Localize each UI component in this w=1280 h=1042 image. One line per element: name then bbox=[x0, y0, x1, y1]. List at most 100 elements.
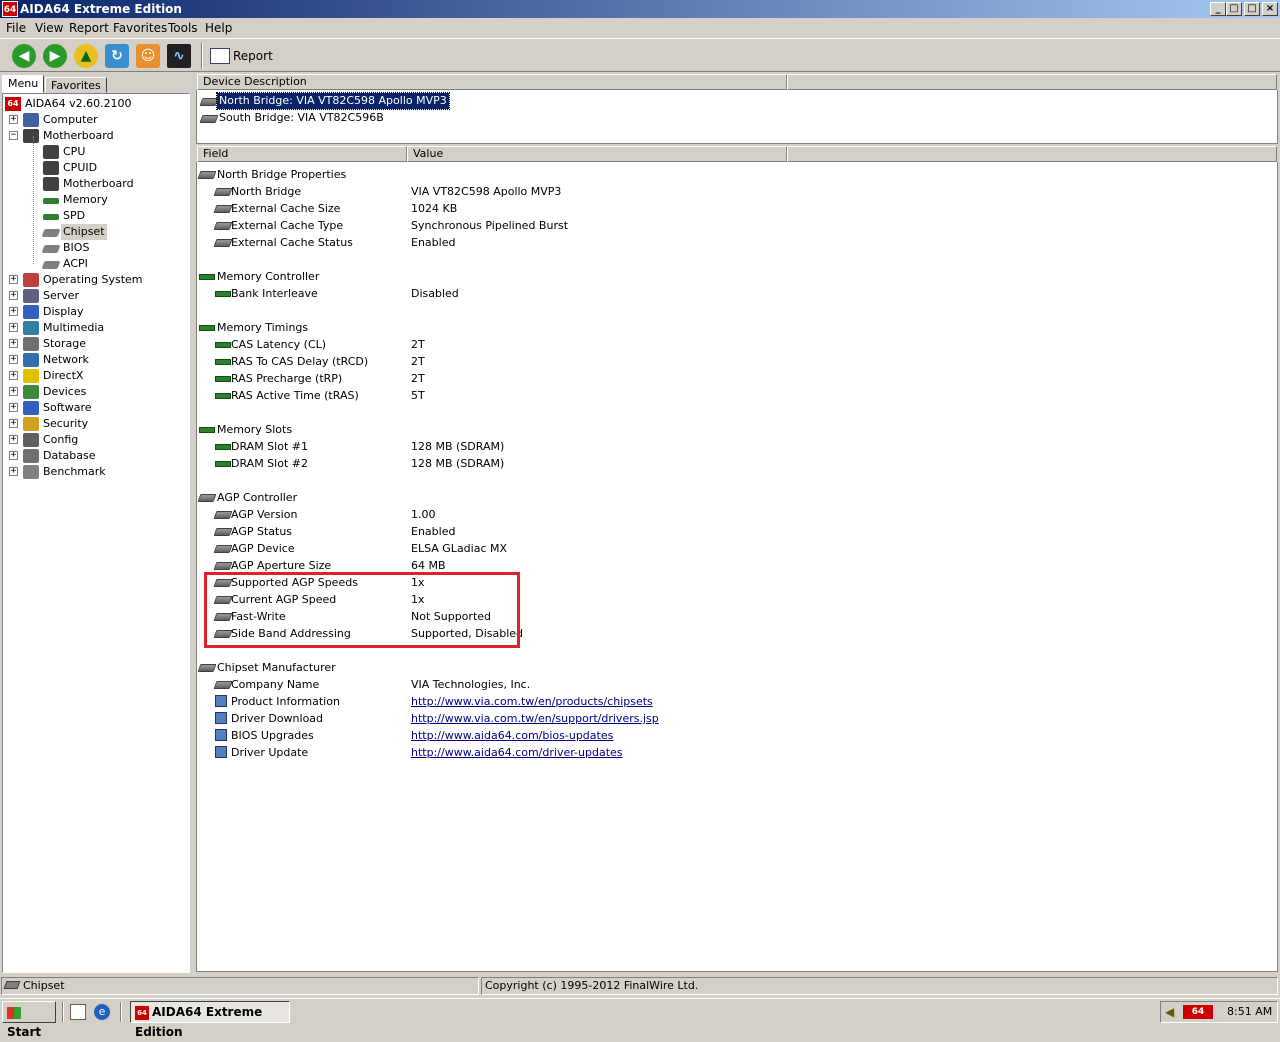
field-row-company-name[interactable]: Company Name VIA Technologies, Inc. bbox=[213, 676, 1115, 693]
tree-item-label: CPU bbox=[63, 145, 86, 158]
arrow-left-icon[interactable]: ◀ bbox=[12, 44, 36, 68]
field-row-north-bridge[interactable]: North Bridge VIA VT82C598 Apollo MVP3 bbox=[213, 183, 1115, 200]
server-icon bbox=[23, 289, 39, 303]
field-value: 5T bbox=[411, 389, 425, 402]
expand-icon[interactable]: + bbox=[9, 355, 18, 364]
field-row-external-cache-type[interactable]: External Cache Type Synchronous Pipelined… bbox=[213, 217, 1115, 234]
title-bar[interactable]: 64 AIDA64 Extreme Edition _ □ □ × bbox=[0, 0, 1280, 18]
expand-icon[interactable]: + bbox=[9, 467, 18, 476]
expand-icon[interactable]: + bbox=[9, 403, 18, 412]
group-title: Memory Slots bbox=[217, 423, 293, 436]
ie-icon[interactable]: e bbox=[94, 1004, 110, 1020]
menu-file[interactable]: File bbox=[6, 21, 26, 35]
menu-favorites[interactable]: Favorites bbox=[113, 21, 167, 35]
field-row-driver-download[interactable]: Driver Download http://www.via.com.tw/en/… bbox=[215, 710, 1115, 727]
field-row-bios-upgrades[interactable]: BIOS Upgrades http://www.aida64.com/bios-… bbox=[215, 727, 1115, 744]
navigation-tree: 64 AIDA64 v2.60.2100 + Computer − Motherboa… bbox=[2, 93, 190, 973]
field-row-agp-aperture-size[interactable]: AGP Aperture Size 64 MB bbox=[213, 557, 1115, 574]
menu-tools[interactable]: Tools bbox=[168, 21, 198, 35]
field-row-driver-update[interactable]: Driver Update http://www.aida64.com/drive… bbox=[215, 744, 1115, 761]
field-value: 2T bbox=[411, 372, 425, 385]
report-icon bbox=[210, 48, 230, 64]
field-row-agp-status[interactable]: AGP Status Enabled bbox=[213, 523, 1115, 540]
field-row-dram-slot-2[interactable]: DRAM Slot #2 128 MB (SDRAM) bbox=[215, 455, 1115, 472]
expand-icon[interactable]: + bbox=[9, 323, 18, 332]
field-row-side-band-addressing[interactable]: Side Band Addressing Supported, Disabled bbox=[213, 625, 1115, 642]
report-button[interactable]: Report bbox=[210, 45, 273, 67]
field-name: RAS Precharge (tRP) bbox=[231, 372, 343, 385]
field-name: Bank Interleave bbox=[231, 287, 318, 300]
collapse-icon[interactable]: − bbox=[9, 131, 18, 140]
field-row-bank-interleave[interactable]: Bank Interleave Disabled bbox=[215, 285, 1115, 302]
expand-icon[interactable]: + bbox=[9, 371, 18, 380]
up-icon[interactable]: ▲ bbox=[74, 44, 98, 68]
device-list: North Bridge: VIA VT82C598 Apollo MVP3 S… bbox=[196, 90, 1278, 144]
device-description-header[interactable]: Device Description bbox=[197, 74, 787, 90]
field-value-link[interactable]: http://www.via.com.tw/en/products/chipse… bbox=[411, 693, 653, 710]
field-value-link[interactable]: http://www.aida64.com/driver-updates bbox=[411, 744, 623, 761]
chip-icon bbox=[213, 681, 233, 689]
expand-icon[interactable]: + bbox=[9, 275, 18, 284]
maximize-button[interactable]: □ bbox=[1244, 2, 1260, 16]
chip-icon bbox=[213, 239, 233, 247]
close-button[interactable]: × bbox=[1262, 2, 1278, 16]
tab-favorites[interactable]: Favorites bbox=[45, 77, 107, 93]
field-row-ras-precharge-trp[interactable]: RAS Precharge (tRP) 2T bbox=[215, 370, 1115, 387]
start-button[interactable]: Start bbox=[2, 1001, 56, 1039]
field-row-product-information[interactable]: Product Information http://www.via.com.tw… bbox=[215, 693, 1115, 710]
tree-item-label: Chipset bbox=[61, 224, 107, 240]
menu-view[interactable]: View bbox=[35, 21, 63, 35]
group-title: Memory Controller bbox=[217, 270, 320, 283]
field-row-dram-slot-1[interactable]: DRAM Slot #1 128 MB (SDRAM) bbox=[215, 438, 1115, 455]
tree-root-label: AIDA64 v2.60.2100 bbox=[25, 97, 132, 110]
minimize-button[interactable]: _ bbox=[1210, 2, 1226, 16]
clock[interactable]: 8:51 AM bbox=[1227, 1004, 1272, 1020]
aida64-tray-icon[interactable]: 64 bbox=[1183, 1005, 1213, 1019]
menu-report[interactable]: Report bbox=[69, 21, 109, 35]
restore-button[interactable]: □ bbox=[1226, 2, 1242, 16]
expand-icon[interactable]: + bbox=[9, 435, 18, 444]
arrow-right-icon[interactable]: ▶ bbox=[43, 44, 67, 68]
field-row-cas-latency-cl[interactable]: CAS Latency (CL) 2T bbox=[215, 336, 1115, 353]
field-row-current-agp-speed[interactable]: Current AGP Speed 1x bbox=[213, 591, 1115, 608]
value-column-header[interactable]: Value bbox=[407, 146, 787, 162]
tree-item-label: Memory bbox=[63, 193, 108, 206]
field-row-external-cache-size[interactable]: External Cache Size 1024 KB bbox=[213, 200, 1115, 217]
tree-item-label: Benchmark bbox=[43, 465, 106, 478]
field-value: 1x bbox=[411, 576, 425, 589]
chip-icon bbox=[197, 664, 217, 672]
status-right: Copyright (c) 1995-2012 FinalWire Ltd. bbox=[481, 977, 1278, 995]
field-name: AGP Device bbox=[231, 542, 295, 555]
desktop-icon[interactable] bbox=[70, 1004, 86, 1020]
web-link-icon bbox=[215, 746, 227, 758]
expand-icon[interactable]: + bbox=[9, 291, 18, 300]
expand-icon[interactable]: + bbox=[9, 339, 18, 348]
field-row-fast-write[interactable]: Fast-Write Not Supported bbox=[213, 608, 1115, 625]
memory-icon bbox=[43, 198, 59, 204]
tree-item-label: Security bbox=[43, 417, 89, 430]
config-icon bbox=[23, 433, 39, 447]
field-row-supported-agp-speeds[interactable]: Supported AGP Speeds 1x bbox=[213, 574, 1115, 591]
devices-icon bbox=[23, 385, 39, 399]
volume-icon[interactable]: ◀ bbox=[1165, 1005, 1177, 1019]
expand-icon[interactable]: + bbox=[9, 419, 18, 428]
task-aida64[interactable]: 64 AIDA64 Extreme Edition bbox=[130, 1001, 290, 1039]
users-icon[interactable]: ☺ bbox=[136, 44, 160, 68]
monitor-icon[interactable]: ∿ bbox=[167, 44, 191, 68]
field-row-ras-to-cas-delay-trcd[interactable]: RAS To CAS Delay (tRCD) 2T bbox=[215, 353, 1115, 370]
tree-item-label: Server bbox=[43, 289, 80, 302]
tab-menu[interactable]: Menu bbox=[2, 75, 45, 93]
field-row-external-cache-status[interactable]: External Cache Status Enabled bbox=[213, 234, 1115, 251]
field-row-agp-device[interactable]: AGP Device ELSA GLadiac MX bbox=[213, 540, 1115, 557]
expand-icon[interactable]: + bbox=[9, 115, 18, 124]
field-row-agp-version[interactable]: AGP Version 1.00 bbox=[213, 506, 1115, 523]
refresh-icon[interactable]: ↻ bbox=[105, 44, 129, 68]
field-value-link[interactable]: http://www.via.com.tw/en/support/drivers… bbox=[411, 710, 659, 727]
expand-icon[interactable]: + bbox=[9, 307, 18, 316]
field-row-ras-active-time-tras[interactable]: RAS Active Time (tRAS) 5T bbox=[215, 387, 1115, 404]
menu-help[interactable]: Help bbox=[205, 21, 232, 35]
expand-icon[interactable]: + bbox=[9, 387, 18, 396]
field-value-link[interactable]: http://www.aida64.com/bios-updates bbox=[411, 727, 613, 744]
expand-icon[interactable]: + bbox=[9, 451, 18, 460]
field-column-header[interactable]: Field bbox=[197, 146, 407, 162]
